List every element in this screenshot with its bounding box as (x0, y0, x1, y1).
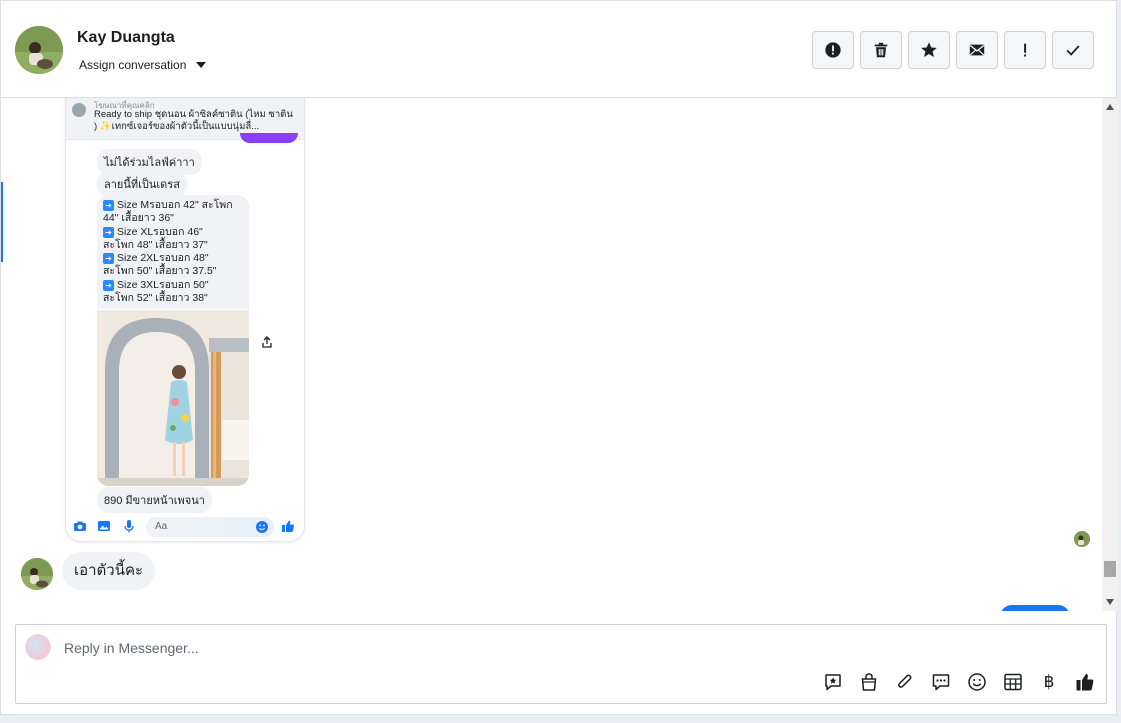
product-photo (97, 310, 249, 486)
message-thread[interactable]: โฆษณาที่คุณคลิก Ready to ship ชุดนอน ผ้า… (1, 98, 1101, 611)
scroll-up-arrow-icon[interactable] (1106, 104, 1114, 110)
caret-down-icon (196, 62, 207, 68)
ad-page-avatar (72, 103, 86, 117)
shared-screenshot-image[interactable]: โฆษณาที่คุณคลิก Ready to ship ชุดนอน ผ้า… (65, 98, 305, 542)
contact-name: Kay Duangta (77, 29, 175, 46)
speech-bubble-icon (932, 674, 950, 691)
arrow-right-icon: ➜ (103, 200, 114, 211)
size-line: ➜ Size 2XLรอบอก 48" (103, 252, 243, 265)
screenshot-bubble: ลายนี้ที่เป็นเดรส (97, 171, 187, 197)
sent-bubble-edge (240, 133, 298, 143)
header-toolbar (812, 31, 1094, 69)
star-button[interactable] (908, 31, 950, 69)
contact-avatar[interactable] (15, 26, 63, 74)
delete-button[interactable] (860, 31, 902, 69)
emoji-button[interactable] (966, 671, 988, 693)
conversation-header: Kay Duangta Assign conversation (1, 1, 1116, 98)
image-icon (98, 521, 110, 531)
size-text: Size 3XLรอบอก 50" (117, 278, 209, 291)
scroll-thumb[interactable] (1104, 561, 1116, 577)
ad-text: Ready to ship ชุดนอน ผ้าซิลค์ซาติน (ไหม … (94, 109, 293, 132)
size-text: Size XLรอบอก 46" (117, 225, 203, 238)
assign-conversation-dropdown[interactable]: Assign conversation (79, 58, 207, 72)
mark-done-button[interactable] (1052, 31, 1094, 69)
smiley-icon (968, 673, 986, 691)
star-icon (921, 42, 937, 58)
customer-avatar[interactable] (21, 558, 53, 590)
assign-label: Assign conversation (79, 58, 187, 72)
arrow-right-icon: ➜ (103, 253, 114, 265)
reply-input[interactable] (62, 635, 766, 661)
price-bubble: 890 มีขายหน้าเพจนา (97, 487, 212, 513)
alert-circle-icon (825, 42, 841, 58)
size-line: สะโพก 52" เสื้อยาว 38" (103, 292, 208, 305)
size-line: ➜ Size Mรอบอก 42" สะโพก (103, 199, 243, 212)
mark-spam-button[interactable] (812, 31, 854, 69)
share-icon[interactable] (256, 331, 278, 353)
thumbs-up-icon (282, 520, 294, 532)
size-text: Size 2XLรอบอก 48" (117, 252, 209, 265)
saved-reply-button[interactable] (822, 671, 844, 693)
conversation-panel: Kay Duangta Assign conversation โฆษณาที่… (0, 0, 1118, 715)
arrow-right-icon: ➜ (103, 226, 114, 238)
reply-composer: ฿ (15, 624, 1107, 704)
checkmark-icon (1066, 45, 1080, 56)
mark-unread-button[interactable] (956, 31, 998, 69)
size-line: ➜ Size XLรอบอก 46" (103, 226, 243, 239)
arrow-right-icon: ➜ (103, 279, 114, 291)
like-button[interactable] (1074, 671, 1096, 693)
table-grid-icon (1004, 673, 1022, 691)
seen-avatar (1074, 531, 1090, 547)
trash-icon (874, 42, 888, 58)
appointment-button[interactable] (1002, 671, 1024, 693)
size-line: ➜ Size 3XLรอบอก 50" (103, 279, 243, 292)
baht-icon: ฿ (1043, 672, 1055, 692)
shopping-bag-icon (861, 673, 877, 691)
shop-button[interactable] (858, 671, 880, 693)
message-template-button[interactable] (930, 671, 952, 693)
page-avatar (25, 634, 51, 660)
size-line: 44" เสื้อยาว 36" (103, 212, 174, 225)
envelope-icon (969, 44, 985, 56)
reply-toolbar: ฿ (822, 671, 1096, 693)
size-text: Size Mรอบอก 42" สะโพก (117, 199, 233, 211)
attach-button[interactable] (894, 671, 916, 693)
payment-button[interactable]: ฿ (1038, 671, 1060, 693)
thread-scrollbar[interactable] (1102, 98, 1118, 611)
screenshot-composer: Aa (66, 511, 304, 541)
size-chart-bubble: ➜ Size Mรอบอก 42" สะโพก 44" เสื้อยาว 36" … (97, 195, 249, 310)
paperclip-icon (898, 674, 912, 688)
scroll-down-arrow-icon[interactable] (1106, 599, 1114, 605)
message-bubble[interactable]: เอาตัวนี้คะ (62, 552, 156, 590)
follow-up-button[interactable] (1004, 31, 1046, 69)
exclamation-icon (1024, 43, 1027, 57)
sent-message-bubble[interactable] (1000, 605, 1070, 611)
saved-reply-icon (825, 674, 841, 691)
emoji-icon (256, 521, 268, 533)
thumbs-up-icon (1076, 674, 1094, 691)
size-line: สะโพก 48" เสื้อยาว 37" (103, 238, 208, 251)
camera-icon (74, 521, 86, 531)
microphone-icon (124, 520, 134, 533)
size-line: สะโพก 50" เสื้อยาว 37.5" (103, 265, 217, 278)
